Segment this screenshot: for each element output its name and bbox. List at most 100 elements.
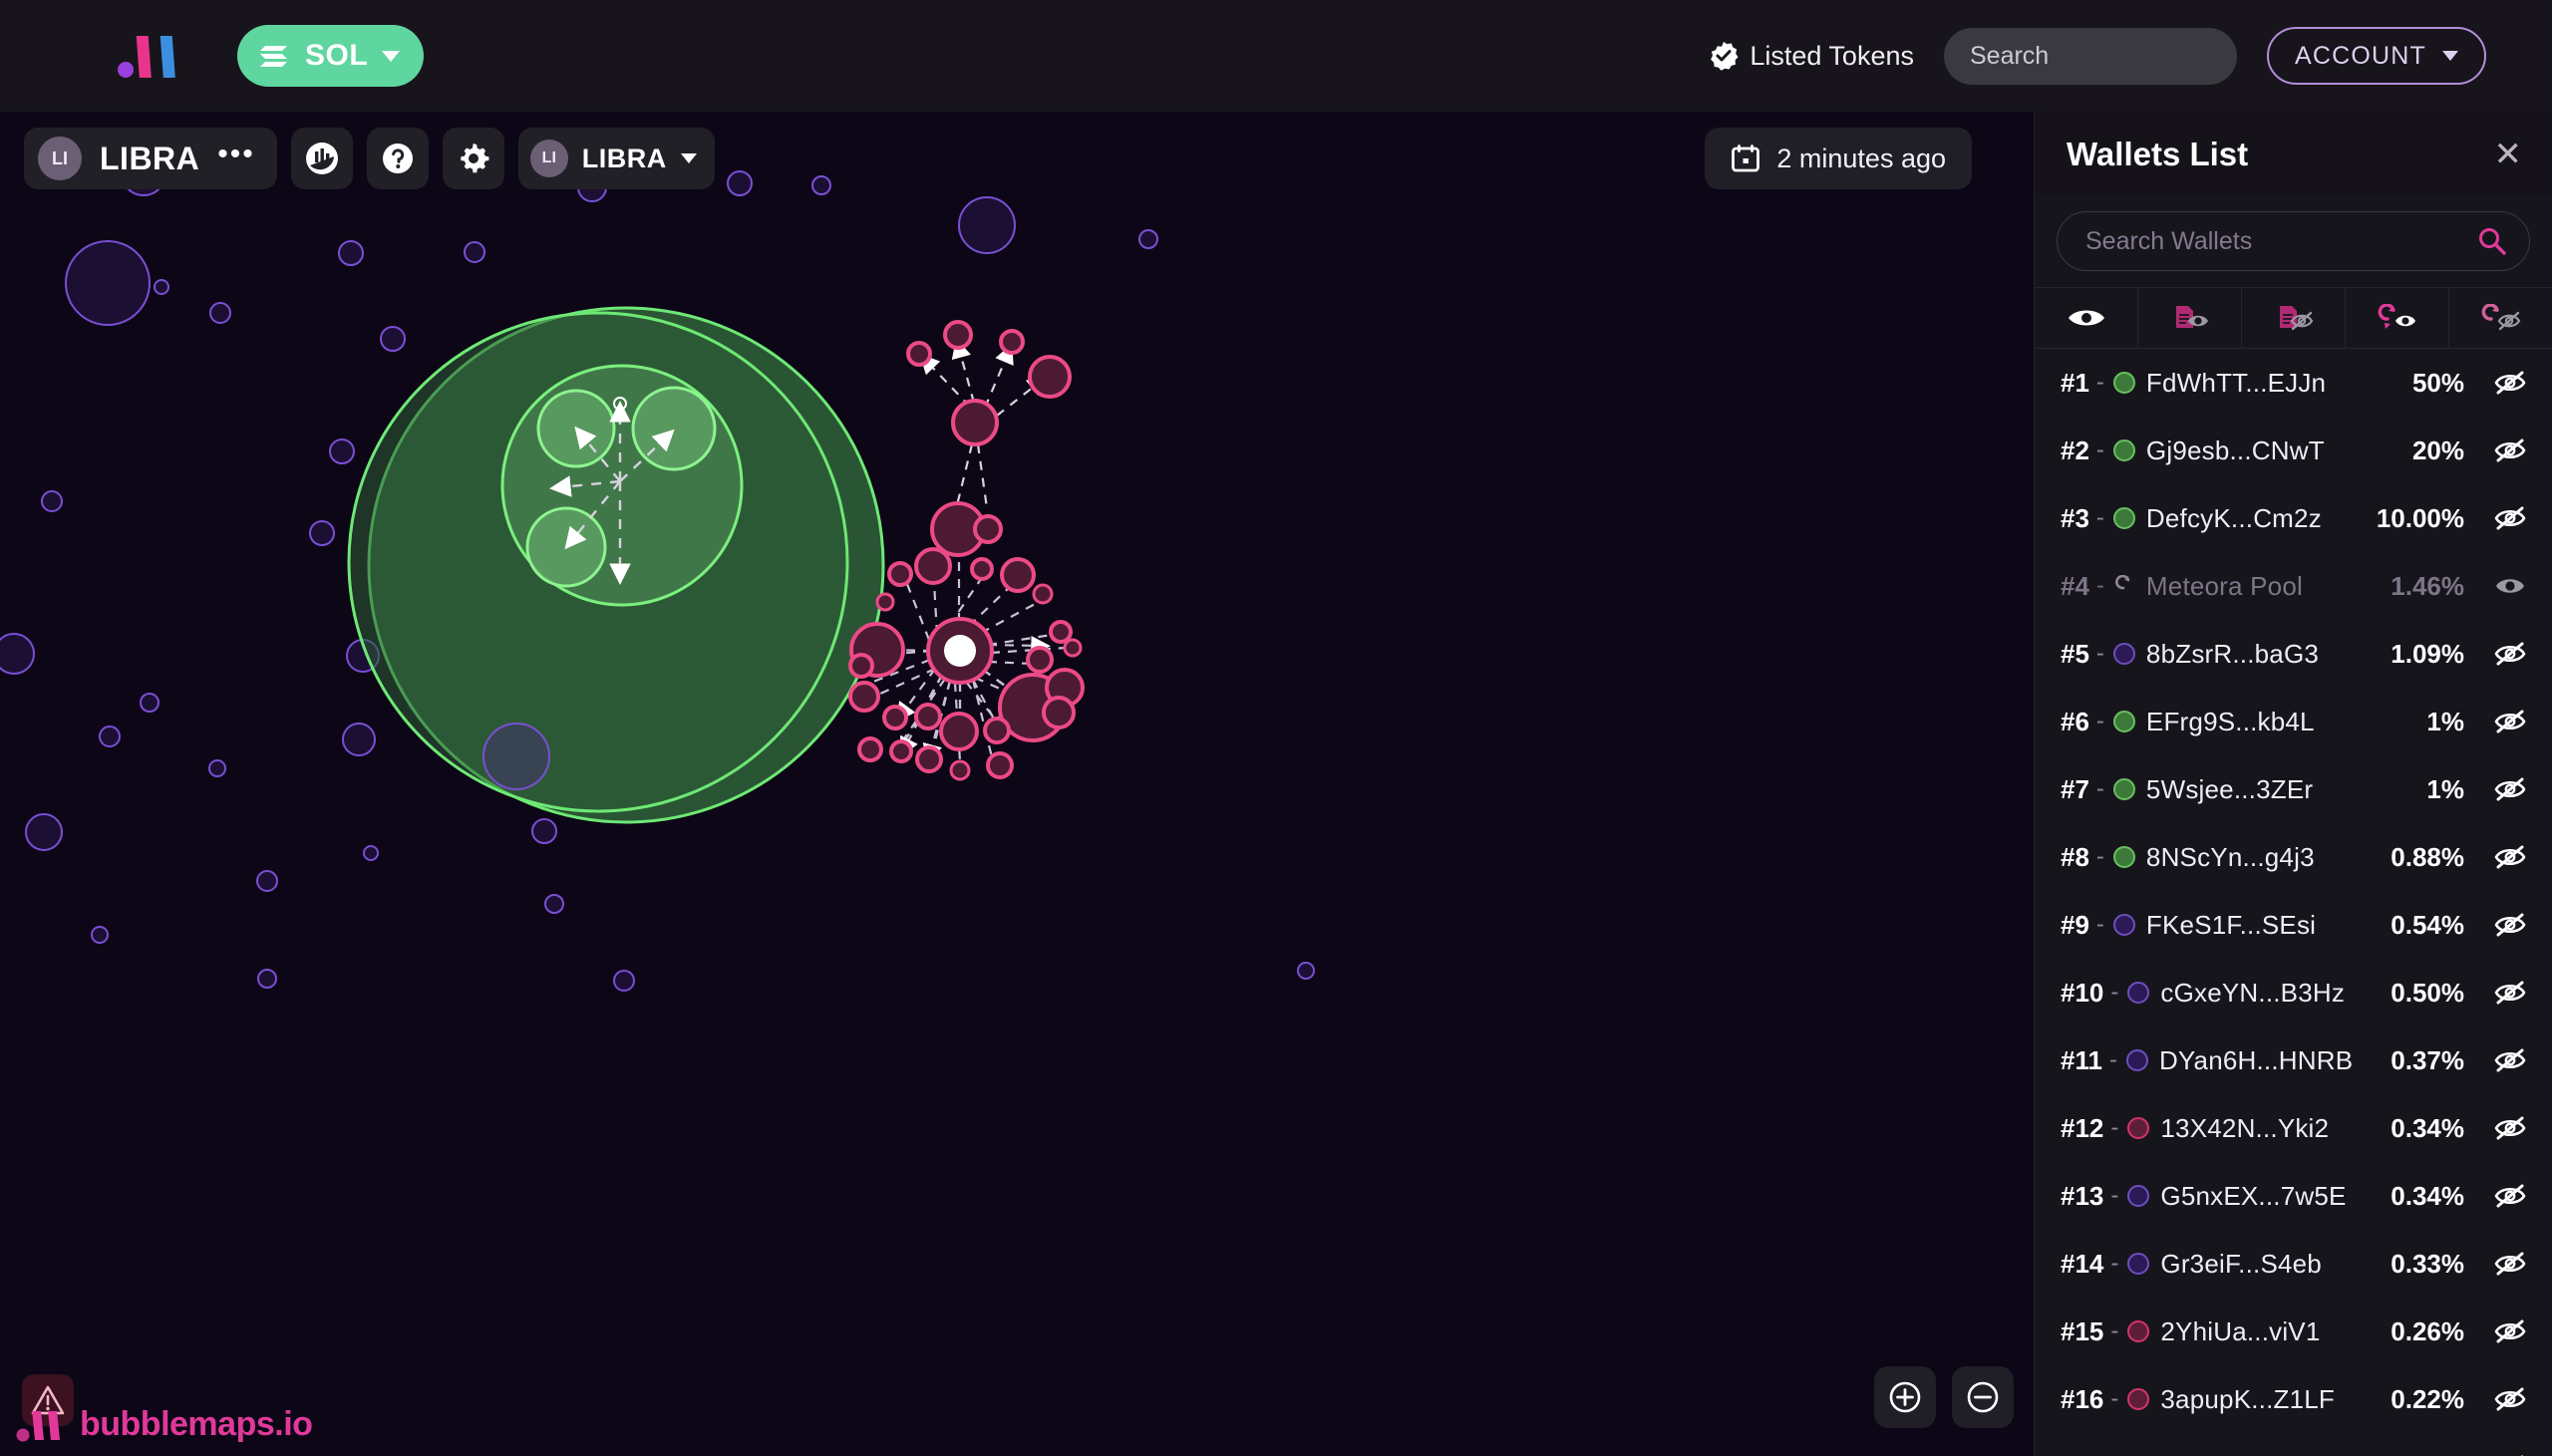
listed-tokens-button[interactable]: Listed Tokens [1709, 41, 1914, 72]
wallet-hidden-toggle[interactable] [2480, 912, 2526, 938]
wallet-hidden-toggle[interactable] [2480, 1318, 2526, 1344]
wallet-separator: - [2110, 1317, 2119, 1344]
wallet-hidden-toggle[interactable] [2480, 505, 2526, 531]
wallet-row[interactable]: #7- 5Wsjee...3ZEr 1% [2035, 755, 2552, 823]
calendar-icon [1732, 145, 1760, 172]
wallet-hidden-toggle[interactable] [2480, 709, 2526, 734]
top-header: SOL Listed Tokens ACCOUNT [0, 0, 2552, 112]
wallet-address: 8NScYn...g4j3 [2145, 841, 2315, 872]
wallet-rank: #4 [2061, 570, 2089, 601]
wallet-row[interactable]: #8- 8NScYn...g4j3 0.88% [2035, 823, 2552, 891]
wallet-row[interactable]: #9- FKeS1F...SEsi 0.54% [2035, 891, 2552, 959]
bubblemaps-logo-icon[interactable] [110, 30, 191, 82]
snapshot-time-button[interactable]: 2 minutes ago [1705, 128, 1972, 189]
wallet-row[interactable]: #15- 2YhiUa...viV1 0.26% [2035, 1298, 2552, 1365]
account-button[interactable]: ACCOUNT [2266, 27, 2486, 85]
wallet-row[interactable]: #1- FdWhTT...EJJn 50% [2035, 349, 2552, 417]
wallet-row[interactable]: #6- EFrg9S...kb4L 1% [2035, 688, 2552, 755]
wallet-row[interactable]: #11- DYan6H...HNRB 0.37% [2035, 1026, 2552, 1094]
graph-canvas[interactable] [0, 112, 2034, 1456]
wallet-hidden-toggle[interactable] [2480, 370, 2526, 396]
wallets-filter-bar [2035, 287, 2552, 349]
more-options-icon[interactable]: ••• [217, 140, 255, 169]
wallet-hidden-toggle[interactable] [2480, 1251, 2526, 1277]
bubble-graph-svg[interactable] [0, 112, 2034, 1456]
wallet-hidden-toggle[interactable] [2480, 1183, 2526, 1209]
wallet-visible-toggle[interactable] [2480, 573, 2526, 599]
wallet-percent: 1.09% [2391, 638, 2464, 669]
chain-selector[interactable]: SOL [237, 25, 425, 87]
wallet-row[interactable]: #17-4WD75v...AbVG0.19% [2035, 1433, 2552, 1456]
wallet-row[interactable]: #10- cGxeYN...B3Hz 0.50% [2035, 959, 2552, 1026]
eye-icon [2068, 310, 2104, 326]
chart-button[interactable] [290, 128, 353, 189]
wallet-separator: - [2095, 572, 2104, 599]
wallet-hidden-toggle[interactable] [2480, 437, 2526, 463]
wallet-row[interactable]: #16- 3apupK...Z1LF 0.22% [2035, 1365, 2552, 1433]
wallet-hidden-toggle[interactable] [2480, 1115, 2526, 1141]
search-icon[interactable] [2477, 226, 2507, 256]
wallets-search-input[interactable] [2085, 226, 2477, 256]
wallet-row[interactable]: #4- Meteora Pool 1.46% [2035, 552, 2552, 620]
solana-icon [260, 46, 287, 67]
zoom-out-button[interactable] [1952, 1366, 2014, 1428]
show-contracts-filter[interactable] [2138, 288, 2242, 348]
contract-eye-off-icon [2279, 306, 2313, 331]
eye-off-icon [2494, 1319, 2526, 1343]
token-chip[interactable]: LI LIBRA ••• [24, 128, 277, 189]
wallet-row[interactable]: #2- Gj9esb...CNwT 20% [2035, 417, 2552, 484]
zoom-controls [1874, 1366, 2014, 1428]
eye-off-icon [2494, 1184, 2526, 1208]
wallet-color-dot [2112, 439, 2135, 461]
wallet-percent: 1.46% [2391, 570, 2464, 601]
show-exchanges-filter[interactable] [2346, 288, 2449, 348]
green-cluster[interactable] [347, 306, 885, 824]
wallet-address: 8bZsrR...baG3 [2145, 638, 2320, 669]
eye-off-icon [2494, 913, 2526, 937]
wallet-row[interactable]: #14- Gr3eiF...S4eb 0.33% [2035, 1230, 2552, 1298]
pink-cluster-top[interactable] [906, 320, 1072, 557]
wallet-row[interactable]: #13- G5nxEX...7w5E 0.34% [2035, 1162, 2552, 1230]
wallet-rank: #12 [2061, 1112, 2104, 1143]
hide-exchanges-filter[interactable] [2449, 288, 2552, 348]
wallet-rank: #6 [2061, 706, 2089, 736]
wallet-hidden-toggle[interactable] [2480, 641, 2526, 667]
wallet-hidden-toggle[interactable] [2480, 844, 2526, 870]
wallets-search[interactable] [2057, 211, 2530, 271]
wallet-hidden-toggle[interactable] [2480, 1386, 2526, 1412]
settings-button[interactable] [442, 128, 504, 189]
wallet-row[interactable]: #12- 13X42N...Yki2 0.34% [2035, 1094, 2552, 1162]
wallet-percent: 0.22% [2391, 1383, 2464, 1414]
wallet-percent: 0.26% [2391, 1315, 2464, 1346]
wallet-separator: - [2095, 843, 2104, 870]
wallet-percent: 0.34% [2391, 1180, 2464, 1211]
wallet-hidden-toggle[interactable] [2480, 980, 2526, 1006]
wallet-hidden-toggle[interactable] [2480, 776, 2526, 802]
chevron-down-icon [382, 50, 401, 62]
wallets-panel-title: Wallets List [2067, 136, 2249, 172]
global-search[interactable] [1943, 27, 2291, 85]
wallets-list[interactable]: #1- FdWhTT...EJJn 50% #2- Gj9esb...CNwT 20% #3… [2035, 349, 2552, 1456]
wallet-separator: - [2095, 369, 2104, 396]
question-circle-icon [382, 144, 413, 173]
zoom-in-button[interactable] [1874, 1366, 1936, 1428]
wallet-separator: - [2110, 979, 2119, 1006]
wallet-separator: - [2095, 775, 2104, 802]
help-button[interactable] [366, 128, 429, 189]
wallet-address: 2YhiUa...viV1 [2160, 1315, 2321, 1346]
wallet-row[interactable]: #5- 8bZsrR...baG3 1.09% [2035, 620, 2552, 688]
hide-contracts-filter[interactable] [2242, 288, 2346, 348]
show-all-filter[interactable] [2035, 288, 2138, 348]
token-selector[interactable]: LI LIBRA [517, 128, 715, 189]
bubblemaps-watermark[interactable]: bubblemaps.io [16, 1405, 313, 1444]
wallet-percent: 20% [2411, 435, 2464, 465]
wallet-rank: #2 [2061, 435, 2089, 465]
search-input[interactable] [1969, 41, 2291, 71]
pink-cluster-main[interactable] [848, 547, 1085, 781]
minus-circle-icon [1967, 1381, 1999, 1413]
wallet-address: FdWhTT...EJJn [2145, 367, 2327, 398]
close-icon[interactable]: ✕ [2494, 138, 2523, 171]
wallet-row[interactable]: #3- DefcyK...Cm2z 10.00% [2035, 484, 2552, 552]
wallet-rank: #10 [2061, 977, 2104, 1008]
wallet-hidden-toggle[interactable] [2480, 1047, 2526, 1073]
